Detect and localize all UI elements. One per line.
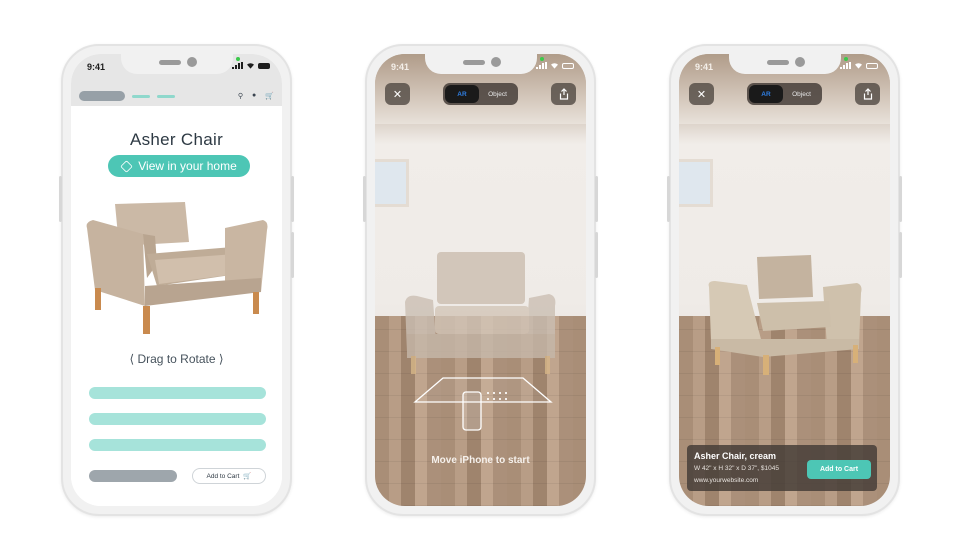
search-icon[interactable]: ⚲ <box>238 92 243 100</box>
wifi-icon <box>247 63 254 69</box>
ar-toolbar: ✕ AR Object <box>689 83 880 105</box>
status-time: 9:41 <box>87 62 106 72</box>
product-title: Asher Chair <box>129 130 224 149</box>
text-placeholder-bar <box>89 413 266 425</box>
camera-indicator-icon <box>540 57 544 61</box>
status-time: 9:41 <box>695 62 714 72</box>
ar-camera-view[interactable] <box>679 54 890 506</box>
battery-icon <box>258 62 270 69</box>
signal-icon <box>536 62 547 69</box>
side-button <box>291 176 294 222</box>
view-in-home-button[interactable]: View in your home <box>108 155 250 177</box>
mode-option-object[interactable]: Object <box>479 91 516 98</box>
side-button <box>59 176 62 222</box>
notch <box>120 54 233 74</box>
wifi-icon <box>855 63 862 69</box>
website-link[interactable]: www.yourwebsite.com <box>694 477 758 484</box>
mode-option-ar[interactable]: AR <box>445 85 479 103</box>
close-icon: ✕ <box>696 88 707 101</box>
battery-icon <box>562 62 574 69</box>
add-to-cart-button[interactable]: Add to Cart <box>807 460 871 479</box>
ar-cube-icon <box>120 159 133 173</box>
text-placeholder-bar <box>89 439 266 451</box>
product-content: Asher Chair View in your home ⟨ Drag to … <box>71 106 282 506</box>
product-name: Asher Chair, cream <box>694 451 777 461</box>
text-placeholder-bar <box>89 387 266 399</box>
iphone-outline-icon <box>462 391 482 431</box>
wifi-icon <box>551 63 558 69</box>
price-placeholder <box>89 470 177 482</box>
ar-toolbar: ✕ AR Object <box>385 83 576 105</box>
close-button[interactable]: ✕ <box>385 83 410 105</box>
chevron-right-icon[interactable]: ⟩ <box>219 352 224 366</box>
drag-hint-label: Drag to Rotate <box>137 352 216 366</box>
mode-toggle[interactable]: AR Object <box>747 83 822 105</box>
chair-3d-model[interactable] <box>85 194 271 336</box>
add-to-cart-label: Add to Cart <box>206 472 240 480</box>
phone-ar-placed: 9:41 ✕ AR Object Asher Chair, cream W 42… <box>667 44 902 516</box>
nav-link-placeholder[interactable] <box>157 94 175 98</box>
room-window <box>679 159 713 207</box>
mode-option-ar[interactable]: AR <box>749 85 783 103</box>
status-time: 9:41 <box>391 62 410 72</box>
cart-icon: 🛒 <box>243 473 252 480</box>
view-in-home-label: View in your home <box>138 159 237 173</box>
chair-ar-placed[interactable] <box>707 253 865 377</box>
camera-indicator-icon <box>844 57 848 61</box>
chair-leg <box>95 288 101 310</box>
drag-to-rotate-hint[interactable]: ⟨ Drag to Rotate ⟩ <box>71 352 282 366</box>
chair-leg <box>143 306 150 334</box>
nav-link-placeholder[interactable] <box>132 94 150 98</box>
share-icon <box>559 88 568 100</box>
chevron-left-icon[interactable]: ⟨ <box>129 352 134 366</box>
add-to-cart-button[interactable]: Add to Cart 🛒 <box>192 468 266 484</box>
product-dimensions-price: W 42" x H 32" x D 37", $1045 <box>694 465 779 472</box>
phone-product-page: 9:41 ⚲ ● 🛒 Asher Chair View in your home… <box>59 44 294 516</box>
chair-leg <box>253 292 259 314</box>
mode-option-object[interactable]: Object <box>783 91 820 98</box>
signal-icon <box>232 62 243 69</box>
user-icon[interactable]: ● <box>252 92 256 100</box>
battery-icon <box>866 62 878 69</box>
signal-icon <box>840 62 851 69</box>
screen: 9:41 ⚲ ● 🛒 Asher Chair View in your home… <box>71 54 282 506</box>
mode-toggle[interactable]: AR Object <box>443 83 518 105</box>
share-icon <box>863 88 872 100</box>
surface-detection-graphic <box>413 377 553 431</box>
chair-ar-preview <box>405 252 556 374</box>
cart-icon[interactable]: 🛒 <box>265 92 274 100</box>
room-window <box>375 159 409 207</box>
share-button[interactable] <box>551 83 576 105</box>
share-button[interactable] <box>855 83 880 105</box>
side-button <box>291 232 294 278</box>
screen: 9:41 ✕ AR Object Move iPhone to start <box>375 54 586 506</box>
close-button[interactable]: ✕ <box>689 83 714 105</box>
screen: 9:41 ✕ AR Object Asher Chair, cream W 42… <box>679 54 890 506</box>
camera-indicator-icon <box>236 57 240 61</box>
close-icon: ✕ <box>392 88 403 101</box>
instruction-text: Move iPhone to start <box>431 455 530 466</box>
product-info-card: Asher Chair, cream W 42" x H 32" x D 37"… <box>687 445 877 491</box>
phone-ar-scanning: 9:41 ✕ AR Object Move iPhone to start <box>363 44 598 516</box>
logo-placeholder[interactable] <box>79 91 125 101</box>
ar-showcase: 9:41 ⚲ ● 🛒 Asher Chair View in your home… <box>0 0 960 559</box>
